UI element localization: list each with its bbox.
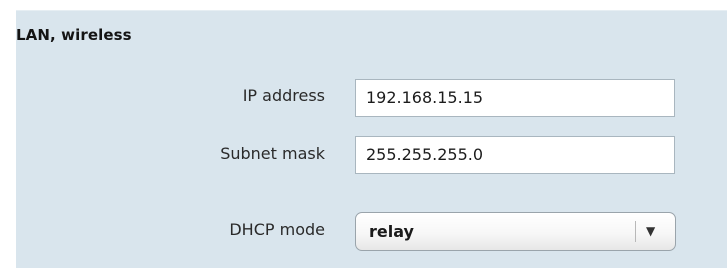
chevron-down-icon[interactable]: ▼ [646,213,655,250]
section-title: LAN, wireless [16,26,132,44]
dhcp-mode-label: DHCP mode [229,220,325,239]
ip-address-input[interactable]: 192.168.15.15 [355,79,675,117]
dhcp-mode-selected-value: relay [369,222,414,241]
subnet-mask-label: Subnet mask [220,144,325,163]
ip-address-label: IP address [242,86,325,105]
page: LAN, wireless IP address 192.168.15.15 S… [0,0,727,268]
select-divider [635,221,636,242]
subnet-mask-input[interactable]: 255.255.255.0 [355,136,675,174]
dhcp-mode-select[interactable]: relay ▼ [355,212,676,251]
